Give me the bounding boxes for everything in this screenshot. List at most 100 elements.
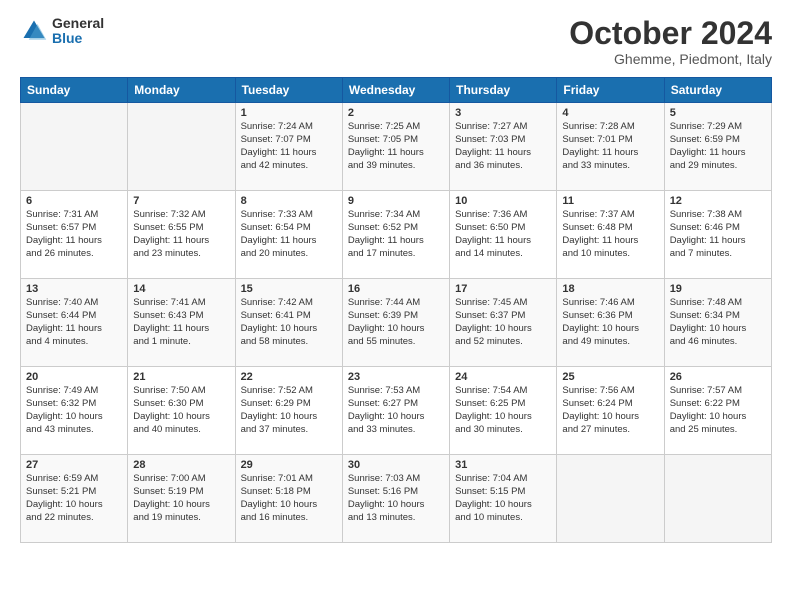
cell-info: Sunrise: 7:46 AMSunset: 6:36 PMDaylight:… xyxy=(562,297,658,348)
col-header-wednesday: Wednesday xyxy=(342,78,449,103)
cell-info: Sunrise: 6:59 AMSunset: 5:21 PMDaylight:… xyxy=(26,473,122,524)
cell-info: Sunrise: 7:25 AMSunset: 7:05 PMDaylight:… xyxy=(348,121,444,172)
day-number: 4 xyxy=(562,107,658,119)
location-subtitle: Ghemme, Piedmont, Italy xyxy=(569,51,772,67)
day-number: 13 xyxy=(26,283,122,295)
calendar-cell xyxy=(128,103,235,191)
logo-text: General Blue xyxy=(52,16,104,47)
week-row-4: 20 Sunrise: 7:49 AMSunset: 6:32 PMDayligh… xyxy=(21,367,772,455)
day-number: 18 xyxy=(562,283,658,295)
calendar-cell: 7 Sunrise: 7:32 AMSunset: 6:55 PMDaylight… xyxy=(128,191,235,279)
day-number: 2 xyxy=(348,107,444,119)
cell-info: Sunrise: 7:41 AMSunset: 6:43 PMDaylight:… xyxy=(133,297,229,348)
month-title: October 2024 xyxy=(569,16,772,51)
day-number: 11 xyxy=(562,195,658,207)
col-header-friday: Friday xyxy=(557,78,664,103)
cell-info: Sunrise: 7:36 AMSunset: 6:50 PMDaylight:… xyxy=(455,209,551,260)
cell-info: Sunrise: 7:04 AMSunset: 5:15 PMDaylight:… xyxy=(455,473,551,524)
calendar-cell: 3 Sunrise: 7:27 AMSunset: 7:03 PMDaylight… xyxy=(450,103,557,191)
calendar-cell: 19Sunrise: 7:48 AMSunset: 6:34 PMDayligh… xyxy=(664,279,771,367)
calendar-cell: 10 Sunrise: 7:36 AMSunset: 6:50 PMDayligh… xyxy=(450,191,557,279)
cell-info: Sunrise: 7:57 AMSunset: 6:22 PMDaylight:… xyxy=(670,385,766,436)
week-row-2: 6Sunrise: 7:31 AMSunset: 6:57 PMDaylight… xyxy=(21,191,772,279)
calendar-cell xyxy=(557,455,664,543)
cell-info: Sunrise: 7:45 AMSunset: 6:37 PMDaylight:… xyxy=(455,297,551,348)
day-number: 28 xyxy=(133,459,229,471)
cell-info: Sunrise: 7:00 AMSunset: 5:19 PMDaylight:… xyxy=(133,473,229,524)
calendar-cell xyxy=(21,103,128,191)
logo-icon xyxy=(20,17,48,45)
cell-info: Sunrise: 7:56 AMSunset: 6:24 PMDaylight:… xyxy=(562,385,658,436)
day-number: 10 xyxy=(455,195,551,207)
calendar-cell: 9 Sunrise: 7:34 AMSunset: 6:52 PMDaylight… xyxy=(342,191,449,279)
day-number: 29 xyxy=(241,459,337,471)
day-number: 24 xyxy=(455,371,551,383)
day-number: 12 xyxy=(670,195,766,207)
cell-info: Sunrise: 7:29 AMSunset: 6:59 PMDaylight:… xyxy=(670,121,766,172)
calendar-cell: 18 Sunrise: 7:46 AMSunset: 6:36 PMDayligh… xyxy=(557,279,664,367)
calendar-cell: 31 Sunrise: 7:04 AMSunset: 5:15 PMDayligh… xyxy=(450,455,557,543)
cell-info: Sunrise: 7:49 AMSunset: 6:32 PMDaylight:… xyxy=(26,385,122,436)
logo-blue-text: Blue xyxy=(52,31,104,46)
day-number: 23 xyxy=(348,371,444,383)
cell-info: Sunrise: 7:38 AMSunset: 6:46 PMDaylight:… xyxy=(670,209,766,260)
cell-info: Sunrise: 7:28 AMSunset: 7:01 PMDaylight:… xyxy=(562,121,658,172)
calendar-cell: 13Sunrise: 7:40 AMSunset: 6:44 PMDayligh… xyxy=(21,279,128,367)
calendar-header-row: SundayMondayTuesdayWednesdayThursdayFrid… xyxy=(21,78,772,103)
cell-info: Sunrise: 7:24 AMSunset: 7:07 PMDaylight:… xyxy=(241,121,337,172)
calendar-cell: 2 Sunrise: 7:25 AMSunset: 7:05 PMDaylight… xyxy=(342,103,449,191)
day-number: 30 xyxy=(348,459,444,471)
cell-info: Sunrise: 7:53 AMSunset: 6:27 PMDaylight:… xyxy=(348,385,444,436)
calendar-cell xyxy=(664,455,771,543)
day-number: 1 xyxy=(241,107,337,119)
cell-info: Sunrise: 7:27 AMSunset: 7:03 PMDaylight:… xyxy=(455,121,551,172)
day-number: 27 xyxy=(26,459,122,471)
calendar-cell: 1 Sunrise: 7:24 AMSunset: 7:07 PMDaylight… xyxy=(235,103,342,191)
cell-info: Sunrise: 7:33 AMSunset: 6:54 PMDaylight:… xyxy=(241,209,337,260)
logo-general: General xyxy=(52,16,104,31)
calendar-cell: 16Sunrise: 7:44 AMSunset: 6:39 PMDayligh… xyxy=(342,279,449,367)
day-number: 9 xyxy=(348,195,444,207)
day-number: 15 xyxy=(241,283,337,295)
calendar-table: SundayMondayTuesdayWednesdayThursdayFrid… xyxy=(20,77,772,543)
logo: General Blue xyxy=(20,16,104,47)
day-number: 31 xyxy=(455,459,551,471)
day-number: 17 xyxy=(455,283,551,295)
week-row-1: 1 Sunrise: 7:24 AMSunset: 7:07 PMDaylight… xyxy=(21,103,772,191)
calendar-cell: 14 Sunrise: 7:41 AMSunset: 6:43 PMDayligh… xyxy=(128,279,235,367)
calendar-cell: 5 Sunrise: 7:29 AMSunset: 6:59 PMDaylight… xyxy=(664,103,771,191)
day-number: 25 xyxy=(562,371,658,383)
calendar-cell: 22 Sunrise: 7:52 AMSunset: 6:29 PMDayligh… xyxy=(235,367,342,455)
calendar-cell: 23 Sunrise: 7:53 AMSunset: 6:27 PMDayligh… xyxy=(342,367,449,455)
day-number: 5 xyxy=(670,107,766,119)
day-number: 8 xyxy=(241,195,337,207)
day-number: 3 xyxy=(455,107,551,119)
cell-info: Sunrise: 7:32 AMSunset: 6:55 PMDaylight:… xyxy=(133,209,229,260)
day-number: 20 xyxy=(26,371,122,383)
day-number: 7 xyxy=(133,195,229,207)
cell-info: Sunrise: 7:42 AMSunset: 6:41 PMDaylight:… xyxy=(241,297,337,348)
calendar-cell: 24 Sunrise: 7:54 AMSunset: 6:25 PMDayligh… xyxy=(450,367,557,455)
cell-info: Sunrise: 7:54 AMSunset: 6:25 PMDaylight:… xyxy=(455,385,551,436)
calendar-cell: 4 Sunrise: 7:28 AMSunset: 7:01 PMDaylight… xyxy=(557,103,664,191)
day-number: 14 xyxy=(133,283,229,295)
cell-info: Sunrise: 7:03 AMSunset: 5:16 PMDaylight:… xyxy=(348,473,444,524)
day-number: 16 xyxy=(348,283,444,295)
day-number: 22 xyxy=(241,371,337,383)
calendar-cell: 15 Sunrise: 7:42 AMSunset: 6:41 PMDayligh… xyxy=(235,279,342,367)
cell-info: Sunrise: 7:37 AMSunset: 6:48 PMDaylight:… xyxy=(562,209,658,260)
day-number: 21 xyxy=(133,371,229,383)
cell-info: Sunrise: 7:34 AMSunset: 6:52 PMDaylight:… xyxy=(348,209,444,260)
calendar-cell: 20 Sunrise: 7:49 AMSunset: 6:32 PMDayligh… xyxy=(21,367,128,455)
calendar-cell: 11 Sunrise: 7:37 AMSunset: 6:48 PMDayligh… xyxy=(557,191,664,279)
col-header-tuesday: Tuesday xyxy=(235,78,342,103)
cell-info: Sunrise: 7:50 AMSunset: 6:30 PMDaylight:… xyxy=(133,385,229,436)
cell-info: Sunrise: 7:01 AMSunset: 5:18 PMDaylight:… xyxy=(241,473,337,524)
col-header-saturday: Saturday xyxy=(664,78,771,103)
week-row-3: 13Sunrise: 7:40 AMSunset: 6:44 PMDayligh… xyxy=(21,279,772,367)
page-header: General Blue October 2024 Ghemme, Piedmo… xyxy=(20,16,772,67)
calendar-cell: 27 Sunrise: 6:59 AMSunset: 5:21 PMDayligh… xyxy=(21,455,128,543)
col-header-sunday: Sunday xyxy=(21,78,128,103)
cell-info: Sunrise: 7:31 AMSunset: 6:57 PMDaylight:… xyxy=(26,209,122,260)
cell-info: Sunrise: 7:52 AMSunset: 6:29 PMDaylight:… xyxy=(241,385,337,436)
